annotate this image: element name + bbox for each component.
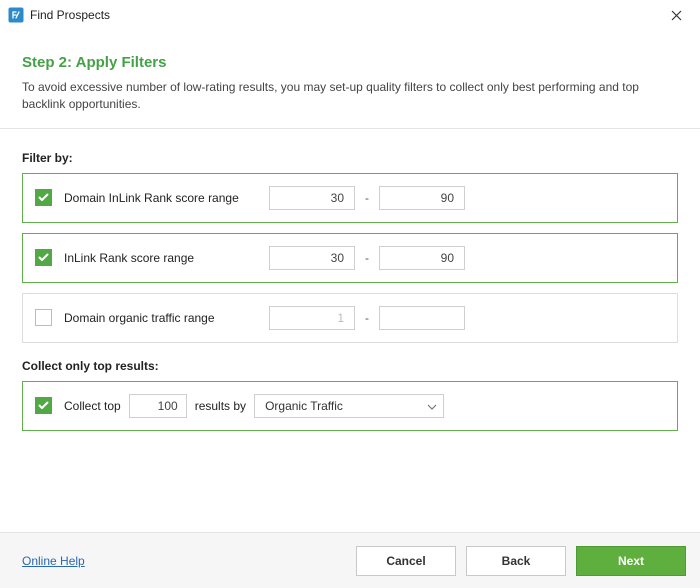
range-to-input[interactable] <box>379 246 465 270</box>
results-by-dropdown[interactable]: Organic Traffic <box>254 394 444 418</box>
range-from-input[interactable] <box>269 186 355 210</box>
close-icon <box>671 10 682 21</box>
step-title: Step 2: Apply Filters <box>22 54 678 71</box>
window-title: Find Prospects <box>30 8 660 22</box>
check-icon <box>38 253 49 262</box>
body-section: Filter by: Domain InLink Rank score rang… <box>0 129 700 532</box>
check-icon <box>38 401 49 410</box>
back-button[interactable]: Back <box>466 546 566 576</box>
footer: Online Help Cancel Back Next <box>0 532 700 588</box>
checkbox-domain-inlink[interactable] <box>35 189 52 206</box>
collect-count-input[interactable] <box>129 394 187 418</box>
filter-label: InLink Rank score range <box>64 251 269 265</box>
checkbox-collect-top[interactable] <box>35 397 52 414</box>
checkbox-inlink[interactable] <box>35 249 52 266</box>
step-description: To avoid excessive number of low-rating … <box>22 79 678 114</box>
close-button[interactable] <box>660 0 692 30</box>
filter-row-organic-traffic: Domain organic traffic range - <box>22 293 678 343</box>
online-help-link[interactable]: Online Help <box>22 554 85 568</box>
dialog-window: Find Prospects Step 2: Apply Filters To … <box>0 0 700 588</box>
filter-label: Domain organic traffic range <box>64 311 269 325</box>
range-dash: - <box>365 251 369 265</box>
checkbox-organic-traffic[interactable] <box>35 309 52 326</box>
collect-top-label: Collect only top results: <box>22 359 678 373</box>
dropdown-value: Organic Traffic <box>265 399 343 413</box>
filter-row-domain-inlink: Domain InLink Rank score range - <box>22 173 678 223</box>
cancel-button[interactable]: Cancel <box>356 546 456 576</box>
next-button[interactable]: Next <box>576 546 686 576</box>
range-to-input[interactable] <box>379 186 465 210</box>
header-section: Step 2: Apply Filters To avoid excessive… <box>0 30 700 129</box>
range-dash: - <box>365 311 369 325</box>
range-from-input[interactable] <box>269 306 355 330</box>
chevron-down-icon <box>427 399 437 413</box>
filter-label: Domain InLink Rank score range <box>64 191 269 205</box>
titlebar: Find Prospects <box>0 0 700 30</box>
collect-prefix: Collect top <box>64 399 121 413</box>
collect-middle: results by <box>195 399 246 413</box>
range-dash: - <box>365 191 369 205</box>
app-icon <box>8 7 24 23</box>
filter-by-label: Filter by: <box>22 151 678 165</box>
range-from-input[interactable] <box>269 246 355 270</box>
check-icon <box>38 193 49 202</box>
filter-row-inlink: InLink Rank score range - <box>22 233 678 283</box>
collect-row: Collect top results by Organic Traffic <box>22 381 678 431</box>
range-to-input[interactable] <box>379 306 465 330</box>
